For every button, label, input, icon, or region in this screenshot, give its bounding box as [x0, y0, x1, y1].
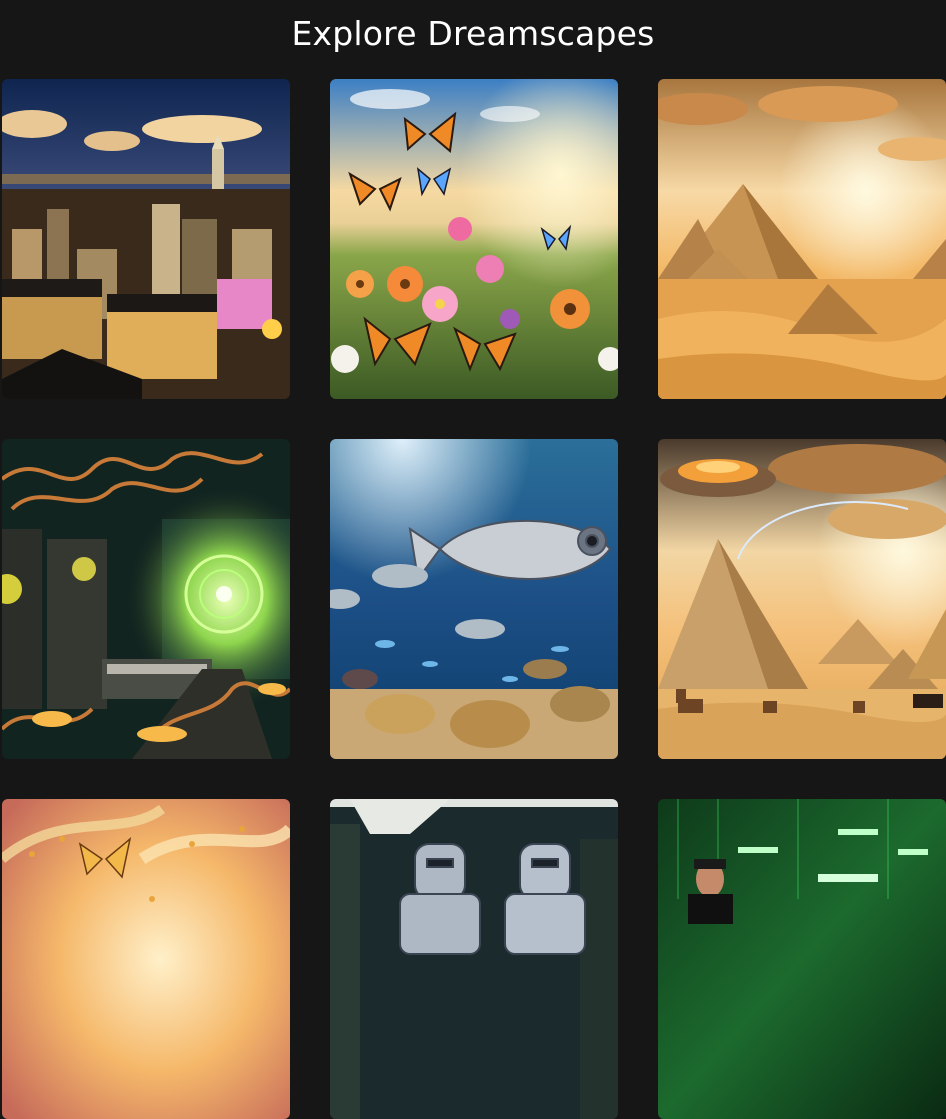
cyber-machine-room-image: [2, 439, 290, 759]
butterfly-meadow-image: [330, 79, 618, 399]
golden-butterfly-swirl-image: [2, 799, 290, 1119]
gallery-card-city[interactable]: [2, 79, 290, 399]
page-title: Explore Dreamscapes: [291, 14, 655, 53]
underwater-robot-fish-image: [330, 439, 618, 759]
gallery-card-desert-pyramids[interactable]: [658, 79, 946, 399]
gallery-card-ufo-pyramids[interactable]: [658, 439, 946, 759]
green-matrix-image: [658, 799, 946, 1119]
robots-corridor-image: [330, 799, 618, 1119]
gallery-card-butterfly-meadow[interactable]: [330, 79, 618, 399]
gallery-card-golden-swirl[interactable]: [2, 799, 290, 1119]
ufo-pyramids-dogs-image: [658, 439, 946, 759]
gallery-card-underwater[interactable]: [330, 439, 618, 759]
city-skyline-image: [2, 79, 290, 399]
gallery-card-cyber-machine[interactable]: [2, 439, 290, 759]
gallery-card-robots[interactable]: [330, 799, 618, 1119]
desert-pyramids-image: [658, 79, 946, 399]
gallery-card-green-matrix[interactable]: [658, 799, 946, 1119]
